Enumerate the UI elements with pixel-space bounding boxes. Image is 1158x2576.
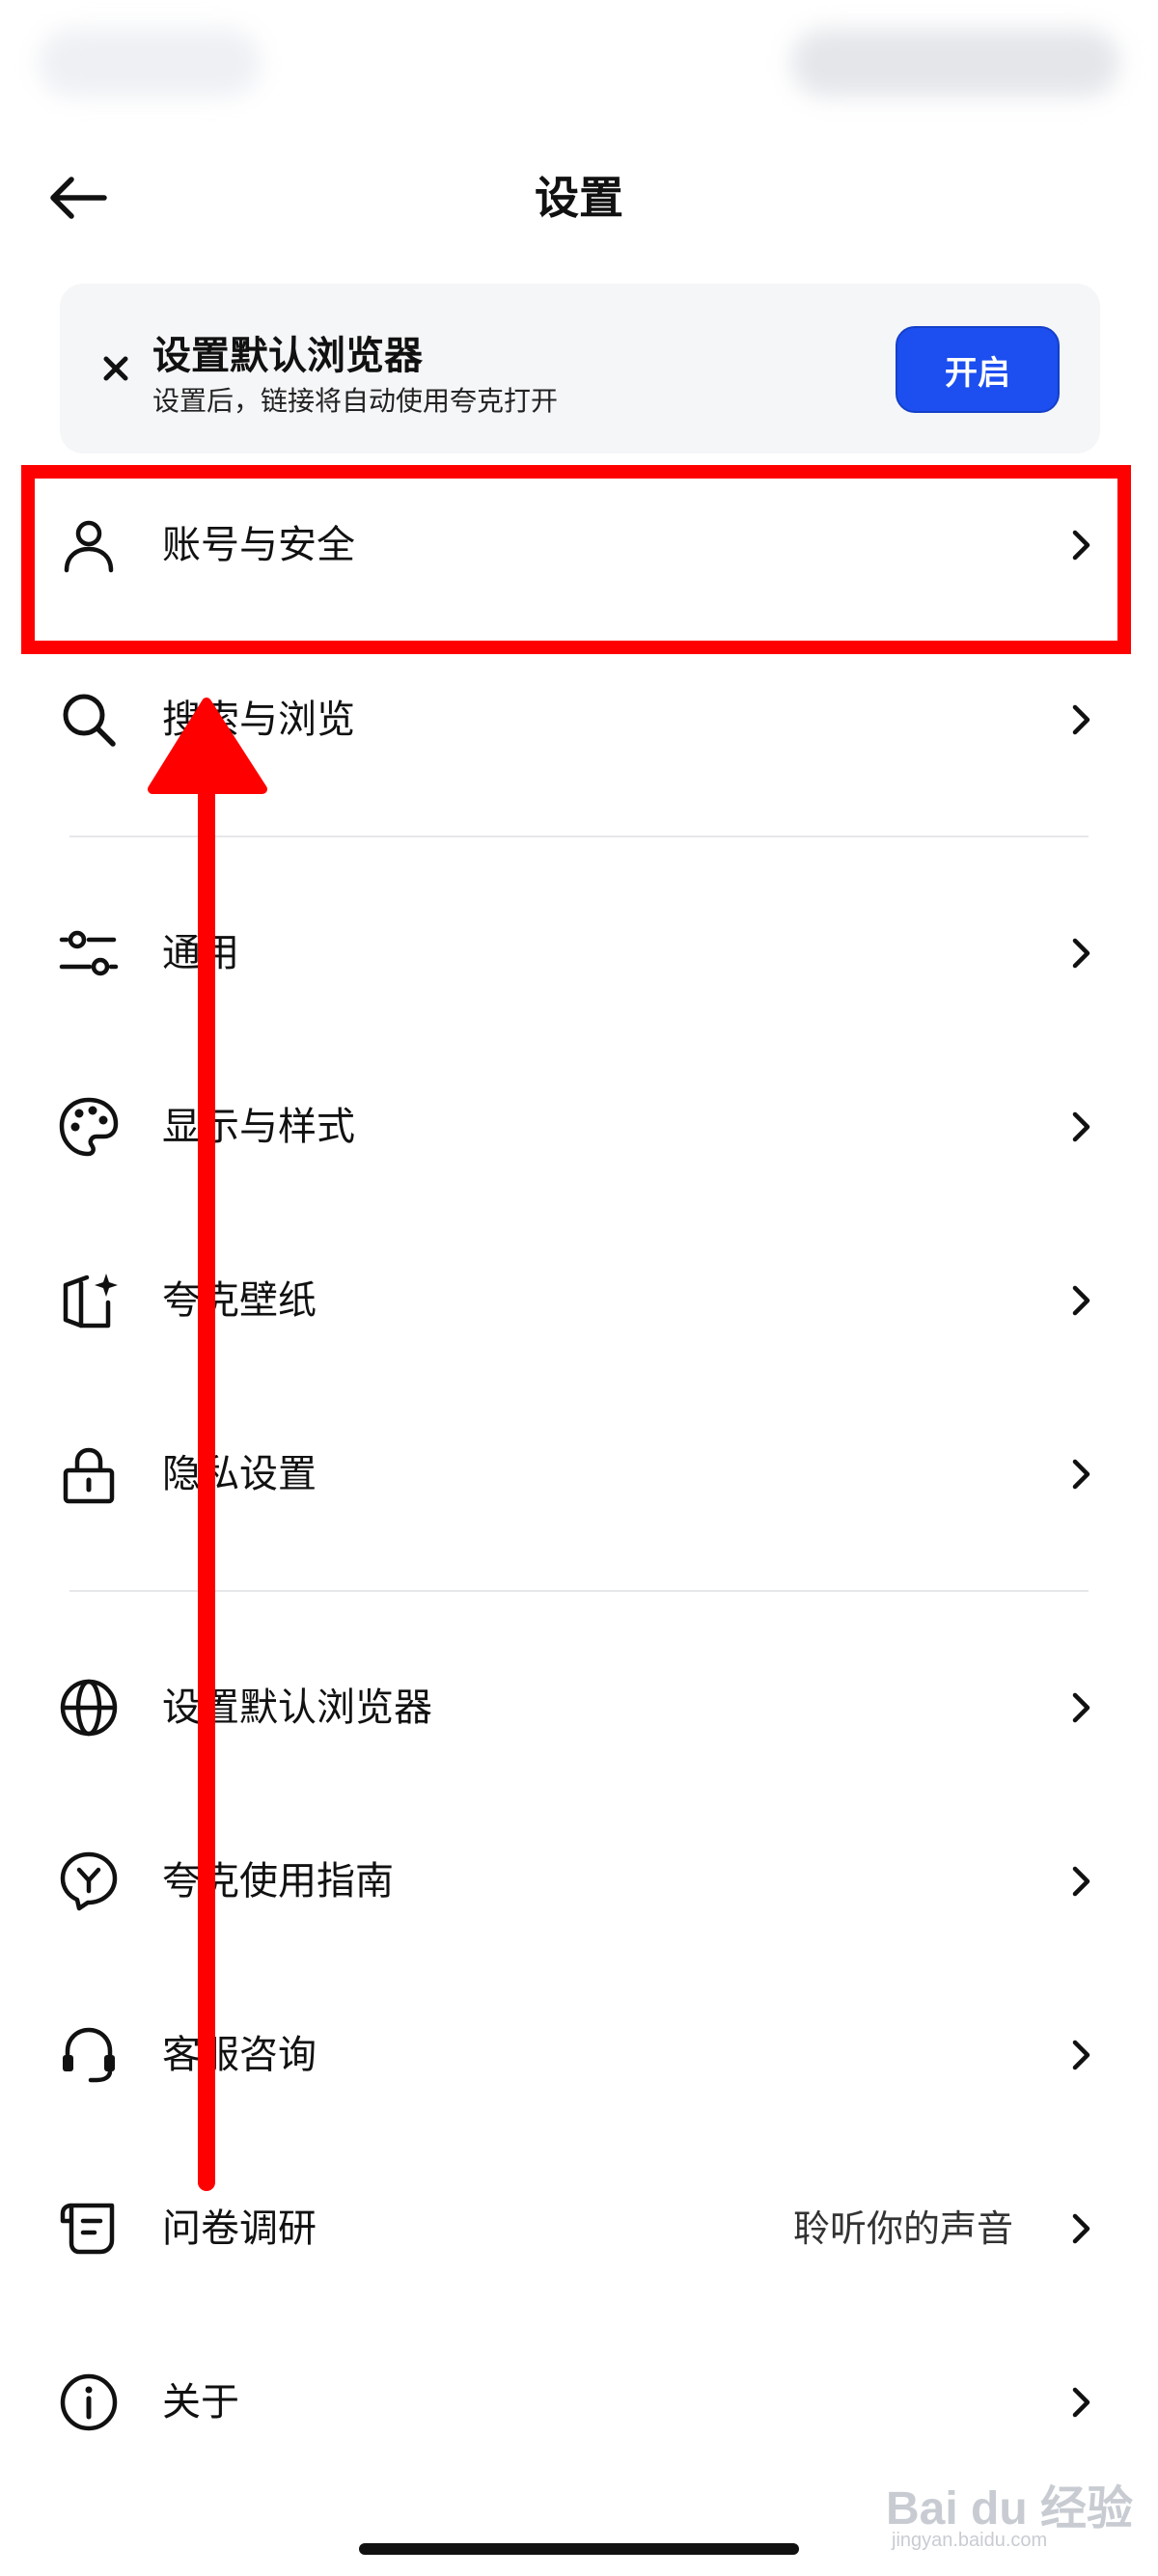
menu-item-label: 客服咨询	[162, 2033, 317, 2077]
sliders-icon	[59, 930, 119, 976]
palette-icon	[59, 1097, 119, 1157]
status-bar-left	[39, 29, 261, 96]
menu-item-quark-wallpaper[interactable]: 夸克壁纸	[0, 1243, 1158, 1358]
globe-icon	[60, 1679, 118, 1737]
lock-icon	[63, 1447, 115, 1504]
guide-icon	[60, 1851, 118, 1911]
menu-item-label: 夸克使用指南	[162, 1859, 394, 1904]
section-divider	[69, 836, 1089, 837]
menu-item-label: 账号与安全	[162, 523, 355, 567]
enable-default-browser-button[interactable]: 开启	[896, 326, 1060, 413]
section-divider	[69, 1590, 1089, 1592]
wallpaper-icon	[63, 1274, 118, 1329]
menu-item-label: 设置默认浏览器	[162, 1685, 432, 1730]
banner-title: 设置默认浏览器	[152, 334, 423, 378]
chevron-right-icon	[1072, 1459, 1090, 1490]
menu-item-customer-service[interactable]: 客服咨询	[0, 1997, 1158, 2113]
header: 设置	[0, 145, 1158, 251]
menu-item-search-browse[interactable]: 搜索与浏览	[0, 662, 1158, 778]
menu-item-label: 关于	[162, 2380, 239, 2425]
menu-item-about[interactable]: 关于	[0, 2344, 1158, 2460]
home-indicator	[359, 2543, 799, 2555]
back-button[interactable]	[48, 164, 135, 232]
survey-hint-text: 聆听你的声音	[792, 2207, 1013, 2250]
default-browser-banner: 设置默认浏览器 设置后，链接将自动使用夸克打开 开启	[60, 284, 1100, 453]
chevron-right-icon	[1072, 938, 1090, 969]
menu-item-general[interactable]: 通用	[0, 895, 1158, 1011]
menu-item-quark-guide[interactable]: 夸克使用指南	[0, 1823, 1158, 1939]
chevron-right-icon	[1072, 1866, 1090, 1897]
back-arrow-icon	[50, 177, 107, 219]
menu-item-display-style[interactable]: 显示与样式	[0, 1069, 1158, 1185]
chevron-right-icon	[1072, 2387, 1090, 2418]
watermark-logo: Bai du 经验 jingyan.baidu.com	[886, 2470, 1133, 2557]
user-icon	[64, 520, 114, 573]
chevron-right-icon	[1072, 2213, 1090, 2244]
close-icon	[103, 356, 128, 381]
chevron-right-icon	[1072, 704, 1090, 735]
menu-item-label: 夸克壁纸	[162, 1278, 317, 1323]
menu-item-label: 隐私设置	[162, 1452, 317, 1496]
chevron-right-icon	[1072, 1692, 1090, 1723]
chevron-right-icon	[1072, 530, 1090, 561]
page-title: 设置	[535, 172, 623, 224]
info-icon	[60, 2373, 118, 2431]
menu-item-label: 问卷调研	[162, 2206, 317, 2251]
watermark-sub: jingyan.baidu.com	[892, 2530, 1048, 2551]
status-bar-right	[791, 29, 1119, 96]
menu-item-label: 显示与样式	[162, 1105, 355, 1149]
survey-icon	[60, 2203, 115, 2255]
chevron-right-icon	[1072, 2040, 1090, 2070]
menu-item-account-security[interactable]: 账号与安全	[0, 487, 1158, 603]
chevron-right-icon	[1072, 1285, 1090, 1316]
banner-subtitle: 设置后，链接将自动使用夸克打开	[152, 385, 559, 417]
headset-icon	[63, 2027, 115, 2083]
search-icon	[63, 694, 116, 747]
banner-close-button[interactable]	[87, 340, 145, 397]
menu-item-label: 通用	[162, 931, 239, 975]
menu-item-privacy[interactable]: 隐私设置	[0, 1416, 1158, 1532]
menu-item-label: 搜索与浏览	[162, 698, 355, 742]
watermark-main: Bai du 经验	[886, 2483, 1134, 2535]
chevron-right-icon	[1072, 1111, 1090, 1142]
menu-item-default-browser[interactable]: 设置默认浏览器	[0, 1650, 1158, 1766]
menu-item-survey[interactable]: 问卷调研 聆听你的声音	[0, 2171, 1158, 2287]
